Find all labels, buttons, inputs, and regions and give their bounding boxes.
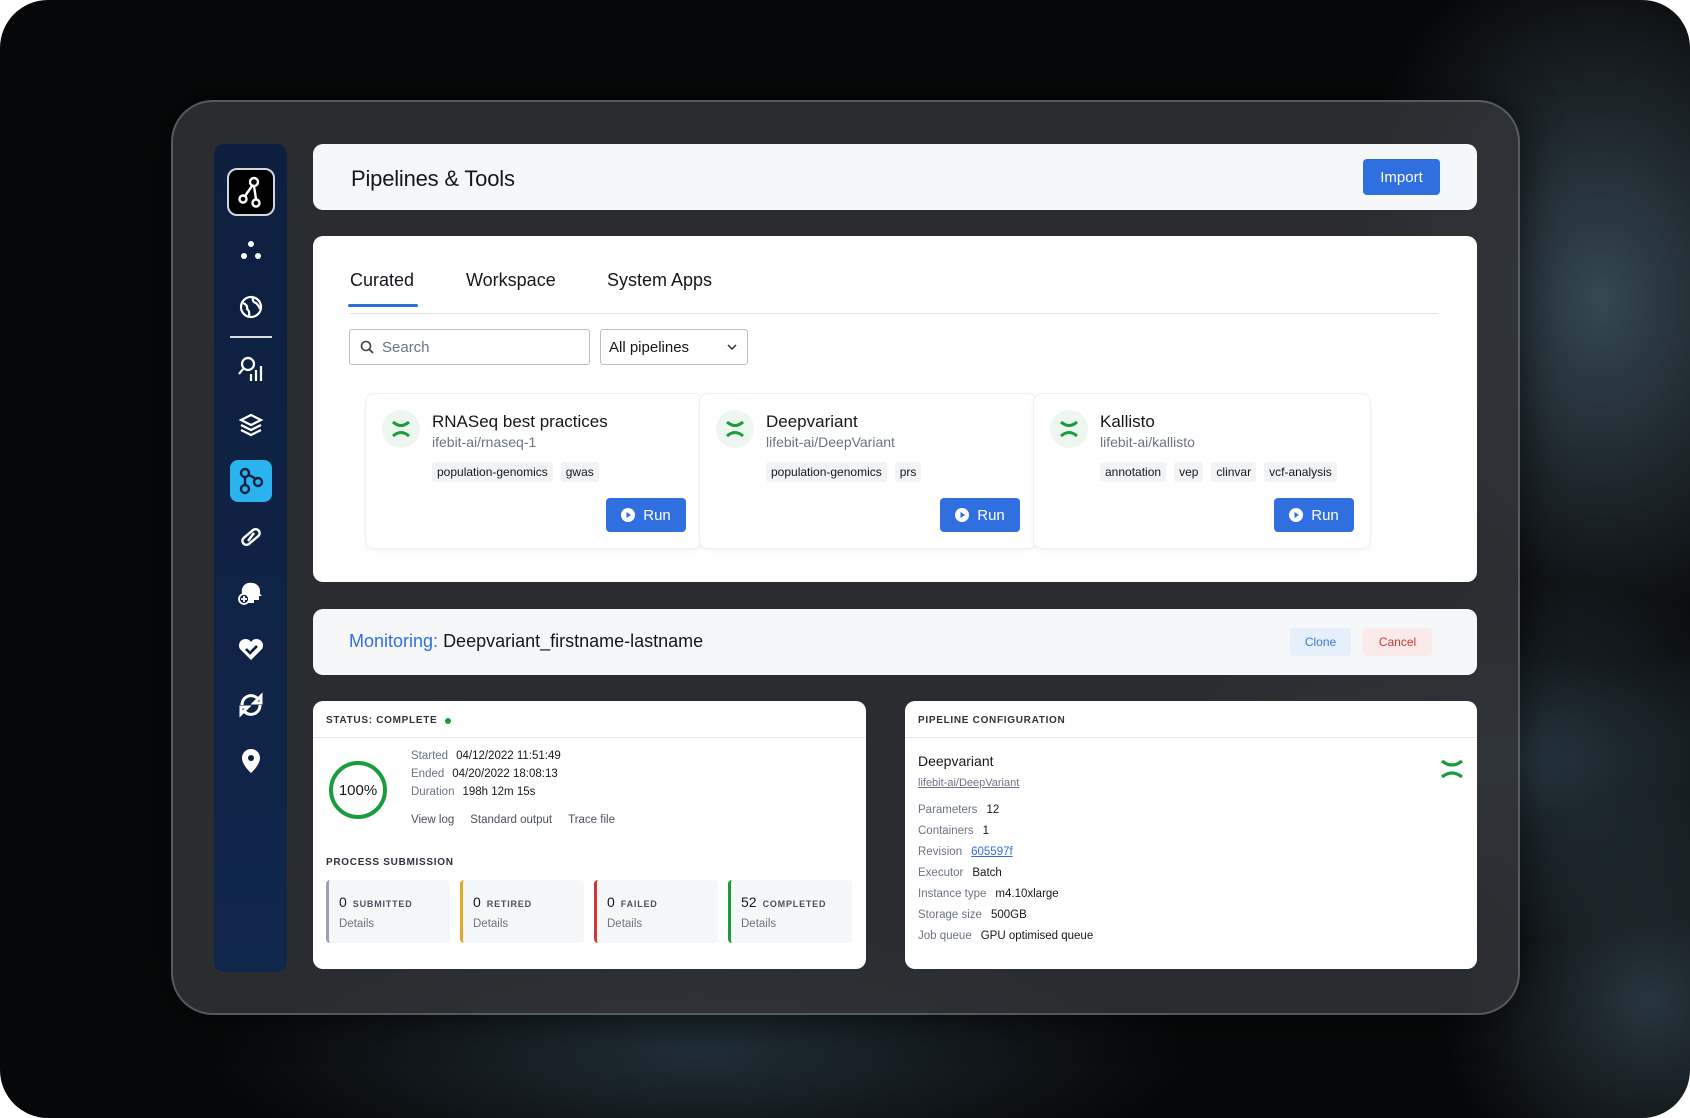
view-log-link[interactable]: View log [411, 814, 454, 826]
pipeline-filter-value: All pipelines [609, 338, 690, 356]
details-link[interactable]: Details [473, 918, 584, 930]
app-logo-icon[interactable] [226, 168, 275, 216]
pipeline-card[interactable]: Kallisto lifebit-ai/kallisto annotation … [1034, 394, 1370, 548]
tag[interactable]: population-genomics [766, 462, 887, 482]
log-links: View log Standard output Trace file [411, 814, 615, 826]
sync-icon[interactable] [230, 684, 272, 726]
monitoring-header: Monitoring: Deepvariant_firstname-lastna… [313, 609, 1477, 675]
config-row-executor: Executor Batch [918, 867, 1002, 879]
pipeline-repo: lifebit-ai/kallisto [1100, 434, 1195, 450]
nextflow-icon [1050, 410, 1088, 448]
search-icon [360, 340, 374, 354]
run-button[interactable]: Run [940, 498, 1020, 532]
play-icon [955, 508, 970, 522]
clone-button[interactable]: Clone [1290, 628, 1351, 656]
pipeline-card[interactable]: Deepvariant lifebit-ai/DeepVariant popul… [700, 394, 1036, 548]
config-row-revision: Revision 605597f [918, 846, 1013, 858]
tab-system-apps[interactable]: System Apps [607, 270, 712, 305]
globe-icon[interactable] [230, 286, 272, 328]
analytics-icon[interactable] [230, 348, 272, 390]
config-row-parameters: Parameters 12 [918, 804, 1000, 816]
tag[interactable]: gwas [560, 462, 599, 482]
pipeline-icon[interactable] [229, 460, 272, 502]
tag[interactable]: prs [894, 462, 922, 482]
sidebar-separator [229, 336, 272, 338]
pipeline-title: Kallisto [1100, 412, 1155, 431]
config-repo-link[interactable]: lifebit-ai/DeepVariant [918, 777, 1019, 789]
details-link[interactable]: Details [339, 918, 450, 930]
completed-tile[interactable]: 52 Completed Details [728, 880, 852, 943]
trace-file-link[interactable]: Trace file [568, 814, 615, 826]
retired-tile[interactable]: 0 Retired Details [460, 880, 584, 943]
config-row-containers: Containers 1 [918, 825, 990, 837]
started-row: Started 04/12/2022 11:51:49 [411, 750, 561, 762]
tag[interactable]: population-genomics [432, 462, 553, 482]
chevron-down-icon [727, 344, 737, 350]
run-button[interactable]: Run [606, 498, 686, 532]
nextflow-icon [1441, 759, 1463, 779]
job-name: Deepvariant_firstname-lastname [443, 631, 704, 651]
monitoring-label: Monitoring: [349, 631, 439, 651]
tag[interactable]: clinvar [1211, 462, 1257, 482]
pipeline-card[interactable]: RNASeq best practices ifebit-ai/rnaseq-1… [366, 394, 702, 548]
status-panel: STATUS: COMPLETE 100% Started 04/12/2022 … [313, 701, 866, 969]
pipeline-repo: lifebit-ai/DeepVariant [766, 434, 895, 450]
nextflow-icon [716, 410, 754, 448]
cancel-button[interactable]: Cancel [1363, 628, 1432, 656]
ended-row: Ended 04/20/2022 18:08:13 [411, 768, 558, 780]
search-box [349, 329, 590, 365]
details-link[interactable]: Details [607, 918, 718, 930]
tag[interactable]: vep [1174, 462, 1204, 482]
nextflow-icon [382, 410, 420, 448]
config-row-job-queue: Job queue GPU optimised queue [918, 930, 1094, 942]
failed-tile[interactable]: 0 Failed Details [594, 880, 718, 943]
status-heading: STATUS: COMPLETE [326, 715, 452, 726]
process-submission-heading: PROCESS SUBMISSION [326, 857, 454, 868]
tag-list: population-genomics prs [766, 462, 922, 482]
run-button[interactable]: Run [1274, 498, 1354, 532]
config-heading: PIPELINE CONFIGURATION [918, 715, 1066, 726]
heart-check-icon[interactable] [230, 628, 272, 670]
config-row-storage-size: Storage size 500GB [918, 909, 1027, 921]
search-input[interactable] [382, 338, 572, 356]
head-plus-icon[interactable] [230, 572, 272, 614]
details-link[interactable]: Details [741, 918, 852, 930]
pipeline-title: Deepvariant [766, 412, 858, 431]
progress-value: 100% [338, 781, 378, 799]
pipeline-repo: ifebit-ai/rnaseq-1 [432, 434, 537, 450]
pill-icon[interactable] [230, 516, 272, 558]
page-title: Pipelines & Tools [351, 166, 515, 191]
tag-list: annotation vep clinvar vcf-analysis [1100, 462, 1337, 482]
tag[interactable]: vcf-analysis [1264, 462, 1337, 482]
submitted-tile[interactable]: 0 Submitted Details [326, 880, 450, 943]
monitoring-title: Monitoring: Deepvariant_firstname-lastna… [349, 631, 703, 652]
play-icon [1289, 508, 1304, 522]
pipeline-filter-select[interactable]: All pipelines [600, 329, 748, 365]
tag-list: population-genomics gwas [432, 462, 599, 482]
tab-workspace[interactable]: Workspace [466, 270, 556, 305]
config-title: Deepvariant [918, 753, 994, 769]
sidebar [214, 144, 287, 972]
pipelines-panel: Curated Workspace System Apps All pipeli… [313, 236, 1477, 582]
divider [313, 737, 866, 738]
dots-cluster-icon[interactable] [230, 230, 272, 272]
pipeline-config-panel: PIPELINE CONFIGURATION Deepvariant lifeb… [905, 701, 1477, 969]
duration-row: Duration 198h 12m 15s [411, 786, 536, 798]
divider [905, 737, 1477, 738]
tag[interactable]: annotation [1100, 462, 1167, 482]
revision-link[interactable]: 605597f [971, 846, 1013, 858]
config-row-instance-type: Instance type m4.10xlarge [918, 888, 1059, 900]
play-icon [621, 508, 636, 522]
import-button[interactable]: Import [1363, 159, 1440, 195]
tab-bar: Curated Workspace System Apps [347, 270, 1438, 314]
layers-icon[interactable] [230, 404, 272, 446]
page-header: Pipelines & Tools Import [313, 144, 1477, 210]
pipeline-title: RNASeq best practices [432, 412, 608, 431]
standard-output-link[interactable]: Standard output [470, 814, 552, 826]
location-pin-icon[interactable] [230, 740, 272, 782]
status-dot [445, 717, 452, 724]
tab-curated[interactable]: Curated [347, 270, 419, 307]
